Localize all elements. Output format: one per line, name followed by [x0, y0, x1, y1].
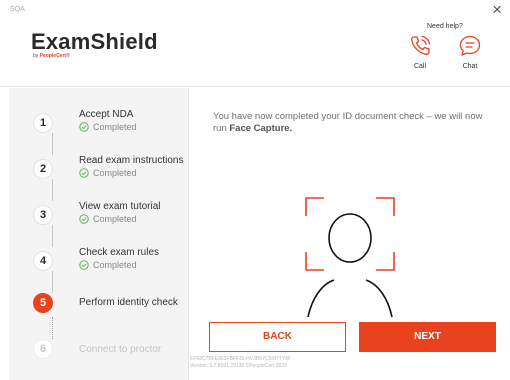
check-circle-icon	[79, 122, 89, 132]
step-number-active: 5	[33, 293, 53, 313]
panel-divider	[188, 88, 189, 380]
close-button[interactable]: ×	[492, 1, 502, 19]
step-connector	[52, 133, 53, 155]
step-number-pending: 6	[33, 339, 53, 359]
call-label: Call	[413, 63, 427, 70]
footer-info: EF69C7BFE861FBFF30-HV3B5YC8XHTY9F Versio…	[190, 356, 291, 369]
check-circle-icon	[79, 260, 89, 270]
instruction-highlight: Face Capture.	[229, 123, 293, 134]
brand-trademark: ®	[66, 53, 70, 59]
step-status-label: Completed	[93, 214, 137, 224]
chat-button[interactable]: Chat	[450, 34, 490, 70]
step-connector	[52, 317, 53, 339]
step-status: Completed	[79, 214, 137, 224]
step-connector	[52, 179, 53, 201]
chat-label: Chat	[462, 63, 478, 70]
chat-bubble-icon	[459, 35, 481, 56]
step-title: Check exam rules	[79, 247, 160, 258]
step-title: Read exam instructions	[79, 155, 184, 166]
session-id: EF69C7BFE861FBFF30-HV3B5YC8XHTY9F	[190, 356, 291, 362]
step-status-label: Completed	[93, 122, 137, 132]
window-title: SQA	[10, 6, 25, 13]
step-status: Completed	[79, 260, 137, 270]
step-number: 2	[33, 159, 53, 179]
step-status-label: Completed	[93, 168, 137, 178]
step-number: 1	[33, 113, 53, 133]
step-title-active: Perform identity check	[79, 297, 178, 308]
need-help-label: Need help?	[427, 23, 463, 30]
call-button[interactable]: Call	[400, 34, 440, 70]
step-number: 3	[33, 205, 53, 225]
step-status: Completed	[79, 122, 137, 132]
back-button[interactable]: BACK	[209, 322, 346, 352]
brand-logo: ExamShield by PeopleCert®	[31, 29, 158, 60]
face-capture-icon	[305, 197, 395, 318]
brand-by: by	[33, 53, 39, 59]
steps-sidebar: 1 Accept NDA Completed 2 Read exam instr…	[9, 88, 188, 380]
step-title: View exam tutorial	[79, 201, 161, 212]
instruction-message: You have now completed your ID document …	[213, 111, 498, 135]
header-divider	[0, 86, 510, 87]
step-connector	[52, 225, 53, 247]
step-status: Completed	[79, 168, 137, 178]
step-title: Accept NDA	[79, 109, 134, 120]
step-title-pending: Connect to proctor	[79, 344, 162, 355]
check-circle-icon	[79, 168, 89, 178]
step-connector	[52, 271, 53, 293]
brand-company: PeopleCert	[39, 53, 67, 59]
step-number: 4	[33, 251, 53, 271]
phone-ringing-icon	[411, 35, 431, 55]
check-circle-icon	[79, 214, 89, 224]
next-button[interactable]: NEXT	[359, 322, 496, 352]
brand-name: ExamShield	[31, 29, 158, 54]
version-info: Version: 5.7.8591.29139 ©PeopleCert 2022	[190, 362, 287, 369]
step-status-label: Completed	[93, 260, 137, 270]
